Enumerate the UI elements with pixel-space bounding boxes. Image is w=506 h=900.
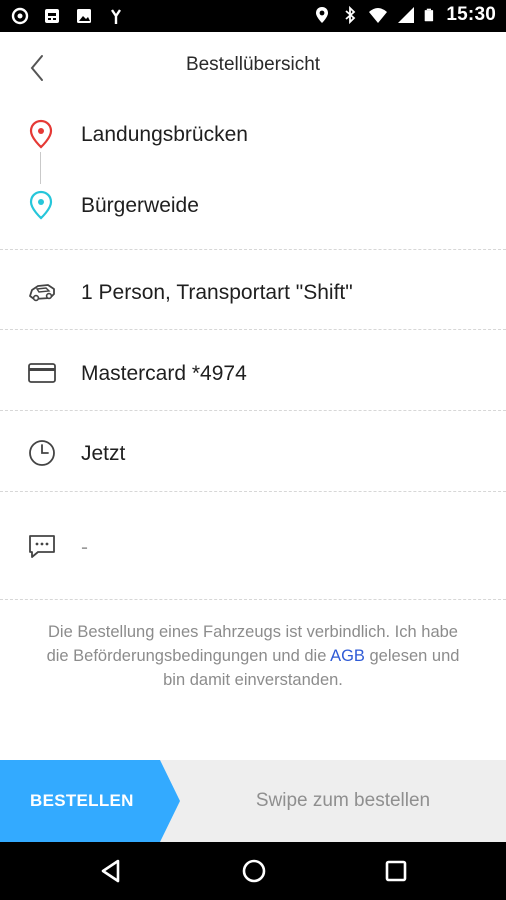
divider — [0, 329, 506, 330]
order-button-label: BESTELLEN — [30, 791, 134, 810]
order-swipe-handle[interactable]: BESTELLEN — [0, 760, 180, 842]
location-badge-icon — [11, 7, 29, 25]
cellular-icon — [398, 7, 415, 23]
pickup-address: Landungsbrücken — [81, 123, 248, 146]
square-recents-icon — [385, 860, 407, 882]
clock: 15:30 — [446, 4, 496, 25]
agb-link[interactable]: AGB — [330, 647, 365, 665]
time-row[interactable]: Jetzt — [0, 435, 506, 471]
pickup-pin-icon — [29, 119, 53, 149]
swipe-to-order-bar[interactable]: BESTELLEN Swipe zum bestellen — [0, 760, 506, 842]
status-bar: 15:30 — [0, 0, 506, 32]
pickup-row[interactable]: Landungsbrücken — [0, 118, 506, 152]
divider — [0, 491, 506, 492]
credit-card-icon — [28, 363, 56, 383]
swipe-hint: Swipe zum bestellen — [255, 790, 431, 811]
navigation-bar — [0, 842, 506, 900]
route-connector — [40, 152, 41, 184]
nav-home-button[interactable] — [239, 856, 269, 886]
signal-fork-icon — [111, 9, 121, 24]
terms-notice: Die Bestellung eines Fahrzeugs ist verbi… — [40, 620, 466, 692]
comment-icon — [29, 535, 55, 558]
transport-row[interactable]: 1 Person, Transportart "Shift" — [0, 274, 506, 310]
battery-icon — [425, 8, 434, 22]
location-pin-icon — [316, 7, 329, 23]
clock-icon — [29, 440, 55, 466]
nav-back-button[interactable] — [96, 856, 126, 886]
circle-home-icon — [242, 859, 266, 883]
header: Bestellübersicht — [0, 32, 506, 98]
triangle-back-icon — [101, 859, 120, 883]
transport-summary: 1 Person, Transportart "Shift" — [81, 281, 353, 304]
destination-address: Bürgerweide — [81, 194, 199, 217]
comment-text: - — [81, 536, 88, 559]
payment-row[interactable]: Mastercard *4974 — [0, 355, 506, 391]
car-icon — [29, 284, 55, 302]
destination-row[interactable]: Bürgerweide — [0, 189, 506, 223]
bluetooth-icon — [345, 5, 356, 25]
wifi-icon — [369, 8, 388, 23]
page-title: Bestellübersicht — [185, 54, 321, 75]
payment-method: Mastercard *4974 — [81, 362, 247, 385]
sim-icon — [45, 9, 59, 23]
divider — [0, 249, 506, 250]
divider — [0, 599, 506, 600]
image-icon — [77, 9, 91, 23]
comment-row[interactable]: - — [0, 530, 506, 566]
divider — [0, 410, 506, 411]
destination-pin-icon — [29, 190, 53, 220]
nav-recents-button[interactable] — [381, 856, 411, 886]
pickup-time: Jetzt — [81, 442, 126, 465]
